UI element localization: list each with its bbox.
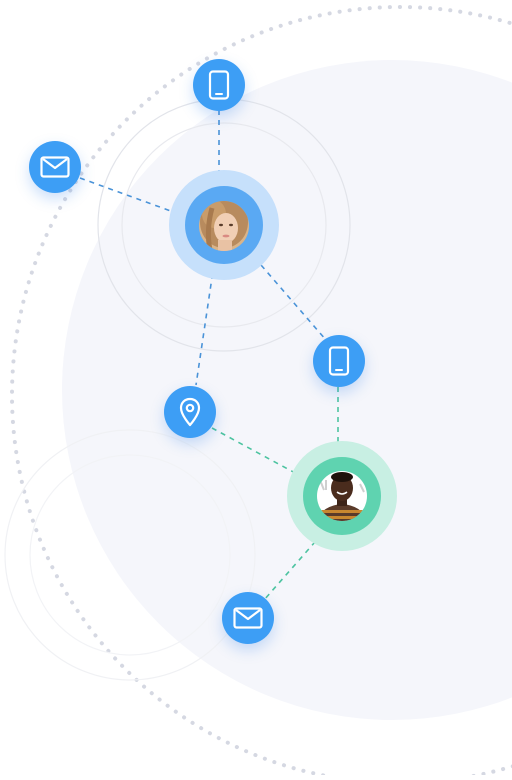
mail-icon [233,607,263,629]
mail-icon [40,156,70,178]
diagram-canvas [4,5,512,780]
mail-node-bottom[interactable] [222,592,274,644]
network-diagram [0,0,512,780]
mail-node-left[interactable] [29,141,81,193]
phone-icon [328,346,350,376]
location-pin-icon [179,397,201,427]
phone-node-right[interactable] [313,335,365,387]
phone-icon [208,70,230,100]
background-blob [62,60,512,720]
location-node[interactable] [164,386,216,438]
phone-node-top[interactable] [193,59,245,111]
